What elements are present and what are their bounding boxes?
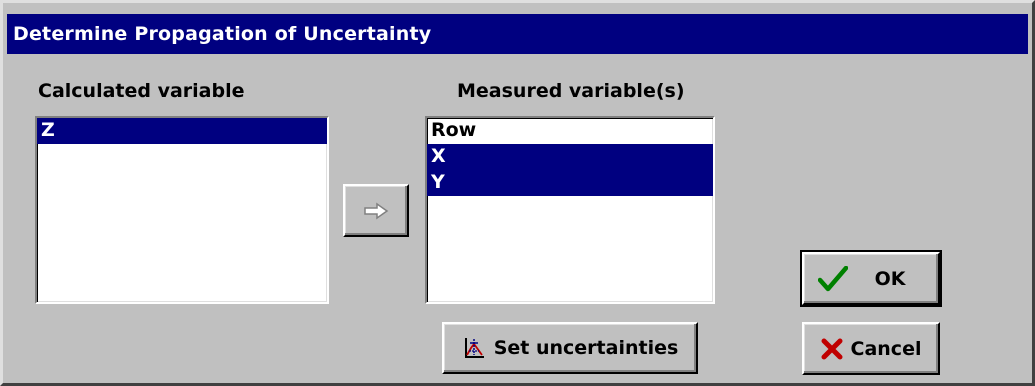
ok-label: OK [874, 267, 906, 290]
checkmark-icon [818, 266, 848, 292]
right-arrow-icon [363, 202, 389, 220]
measured-variable-label: Measured variable(s) [457, 80, 685, 102]
calculated-variable-list[interactable]: Z [35, 116, 329, 304]
list-item-y[interactable]: Y [427, 170, 713, 196]
list-item-label: X [431, 145, 446, 167]
calculated-variable-label: Calculated variable [38, 80, 245, 102]
set-uncertainties-label: Set uncertainties [493, 337, 679, 359]
list-item-row[interactable]: Row [427, 118, 713, 144]
title-bar[interactable]: Determine Propagation of Uncertainty [7, 14, 1028, 54]
chart-icon [462, 336, 486, 360]
list-item-label: Row [431, 119, 477, 141]
transfer-button[interactable] [343, 184, 409, 237]
window-title: Determine Propagation of Uncertainty [13, 23, 432, 45]
x-mark-icon [821, 338, 843, 360]
set-uncertainties-button[interactable]: Set uncertainties [442, 322, 698, 374]
ok-button[interactable]: OK [800, 250, 942, 307]
list-item-z[interactable]: Z [37, 118, 327, 144]
cancel-label: Cancel [850, 337, 922, 360]
list-item-x[interactable]: X [427, 144, 713, 170]
list-item-label: Y [431, 171, 445, 193]
list-item-label: Z [41, 119, 55, 141]
measured-variable-list[interactable]: Row X Y [425, 116, 715, 304]
cancel-button[interactable]: Cancel [802, 322, 940, 375]
